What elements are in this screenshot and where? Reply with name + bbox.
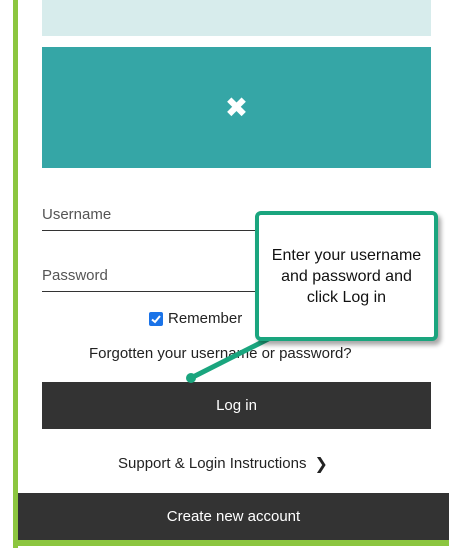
callout-text: Enter your username and password and cli… [271, 246, 422, 306]
instruction-callout: Enter your username and password and cli… [255, 211, 438, 341]
